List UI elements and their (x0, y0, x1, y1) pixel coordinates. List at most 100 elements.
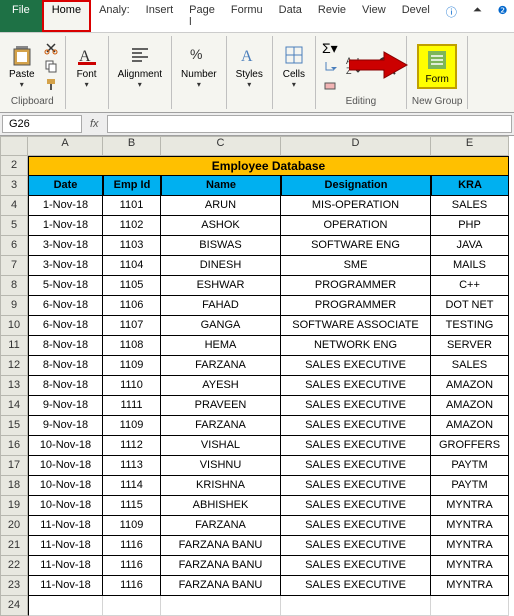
tab-data[interactable]: Data (271, 0, 310, 32)
tab-file[interactable]: File (0, 0, 42, 32)
form-button[interactable]: Form (417, 44, 457, 89)
tab-home[interactable]: Home (42, 0, 91, 32)
styles-button[interactable]: A Styles ▾ (232, 41, 267, 91)
cell[interactable]: AMAZON (431, 376, 509, 396)
alignment-button[interactable]: Alignment ▾ (114, 41, 166, 91)
col-head-B[interactable]: B (103, 136, 161, 156)
cell[interactable]: JAVA (431, 236, 509, 256)
cell[interactable]: 1111 (103, 396, 161, 416)
title-cell[interactable]: Employee Database (28, 156, 509, 176)
row-head[interactable]: 19 (0, 496, 28, 516)
cell[interactable]: FARZANA BANU (161, 556, 281, 576)
cell[interactable]: Date (28, 176, 103, 196)
cell[interactable]: SME (281, 256, 431, 276)
cell[interactable]: 6-Nov-18 (28, 316, 103, 336)
cell[interactable]: 8-Nov-18 (28, 376, 103, 396)
cell[interactable]: TESTING (431, 316, 509, 336)
cell[interactable]: Name (161, 176, 281, 196)
autosum-button[interactable]: Σ▾ (321, 40, 339, 56)
cell[interactable]: 1-Nov-18 (28, 196, 103, 216)
cell[interactable]: DOT NET (431, 296, 509, 316)
cell[interactable]: MYNTRA (431, 496, 509, 516)
cell[interactable]: PROGRAMMER (281, 296, 431, 316)
cell[interactable]: 1114 (103, 476, 161, 496)
col-head-C[interactable]: C (161, 136, 281, 156)
cell[interactable]: PHP (431, 216, 509, 236)
row-head[interactable]: 18 (0, 476, 28, 496)
cell[interactable]: DINESH (161, 256, 281, 276)
row-head[interactable]: 7 (0, 256, 28, 276)
row-head[interactable]: 6 (0, 236, 28, 256)
clear-button[interactable] (321, 76, 339, 92)
row-head[interactable]: 12 (0, 356, 28, 376)
cell[interactable]: 11-Nov-18 (28, 516, 103, 536)
cell[interactable] (161, 596, 281, 616)
cell[interactable]: MYNTRA (431, 516, 509, 536)
cell[interactable] (103, 596, 161, 616)
cell[interactable]: GANGA (161, 316, 281, 336)
col-head-D[interactable]: D (281, 136, 431, 156)
row-head[interactable]: 2 (0, 156, 28, 176)
cell[interactable] (431, 596, 509, 616)
cell[interactable]: 1108 (103, 336, 161, 356)
format-painter-button[interactable] (42, 76, 60, 92)
paste-button[interactable]: Paste ▾ (5, 41, 39, 91)
row-head[interactable]: 14 (0, 396, 28, 416)
cell[interactable]: FARZANA (161, 416, 281, 436)
cell[interactable]: AMAZON (431, 416, 509, 436)
tab-review[interactable]: Revie (310, 0, 354, 32)
cell[interactable]: ESHWAR (161, 276, 281, 296)
cell[interactable]: MYNTRA (431, 536, 509, 556)
cell[interactable]: 1112 (103, 436, 161, 456)
tab-help[interactable]: ⓘ (438, 0, 465, 32)
name-box[interactable] (2, 115, 82, 133)
cell[interactable]: 11-Nov-18 (28, 556, 103, 576)
cell[interactable]: KRISHNA (161, 476, 281, 496)
cell[interactable]: 8-Nov-18 (28, 356, 103, 376)
cell[interactable]: BISWAS (161, 236, 281, 256)
cell[interactable]: 1107 (103, 316, 161, 336)
cell[interactable]: 3-Nov-18 (28, 256, 103, 276)
cell[interactable]: Emp Id (103, 176, 161, 196)
cell[interactable]: 1102 (103, 216, 161, 236)
select-all-corner[interactable] (0, 136, 28, 156)
cell[interactable]: 1115 (103, 496, 161, 516)
row-head[interactable]: 23 (0, 576, 28, 596)
cell[interactable]: 11-Nov-18 (28, 536, 103, 556)
row-head[interactable]: 16 (0, 436, 28, 456)
cell[interactable]: VISHAL (161, 436, 281, 456)
cell[interactable] (281, 596, 431, 616)
cell[interactable]: 1-Nov-18 (28, 216, 103, 236)
cell[interactable]: Designation (281, 176, 431, 196)
cell[interactable]: MIS-OPERATION (281, 196, 431, 216)
cell[interactable]: PAYTM (431, 476, 509, 496)
cell[interactable]: 1116 (103, 576, 161, 596)
cell[interactable]: MYNTRA (431, 576, 509, 596)
cell[interactable]: 1109 (103, 356, 161, 376)
cell[interactable]: SALES EXECUTIVE (281, 516, 431, 536)
cell[interactable]: 1116 (103, 536, 161, 556)
cell[interactable]: 3-Nov-18 (28, 236, 103, 256)
cell[interactable]: GROFFERS (431, 436, 509, 456)
cell[interactable]: ARUN (161, 196, 281, 216)
cell[interactable]: FARZANA (161, 516, 281, 536)
row-head[interactable]: 22 (0, 556, 28, 576)
cells-button[interactable]: Cells ▾ (278, 41, 310, 91)
row-head[interactable]: 4 (0, 196, 28, 216)
font-button[interactable]: A Font ▾ (71, 41, 103, 91)
row-head[interactable]: 5 (0, 216, 28, 236)
cell[interactable]: SALES EXECUTIVE (281, 376, 431, 396)
fx-icon[interactable]: fx (90, 118, 99, 130)
row-head[interactable]: 15 (0, 416, 28, 436)
row-head[interactable]: 13 (0, 376, 28, 396)
cell[interactable]: 1116 (103, 556, 161, 576)
cell[interactable]: 1103 (103, 236, 161, 256)
cell[interactable]: SERVER (431, 336, 509, 356)
fill-button[interactable] (321, 58, 339, 74)
row-head[interactable]: 10 (0, 316, 28, 336)
cut-button[interactable] (42, 40, 60, 56)
cell[interactable]: NETWORK ENG (281, 336, 431, 356)
cell[interactable]: 1104 (103, 256, 161, 276)
cell[interactable]: SALES EXECUTIVE (281, 436, 431, 456)
cell[interactable]: ABHISHEK (161, 496, 281, 516)
